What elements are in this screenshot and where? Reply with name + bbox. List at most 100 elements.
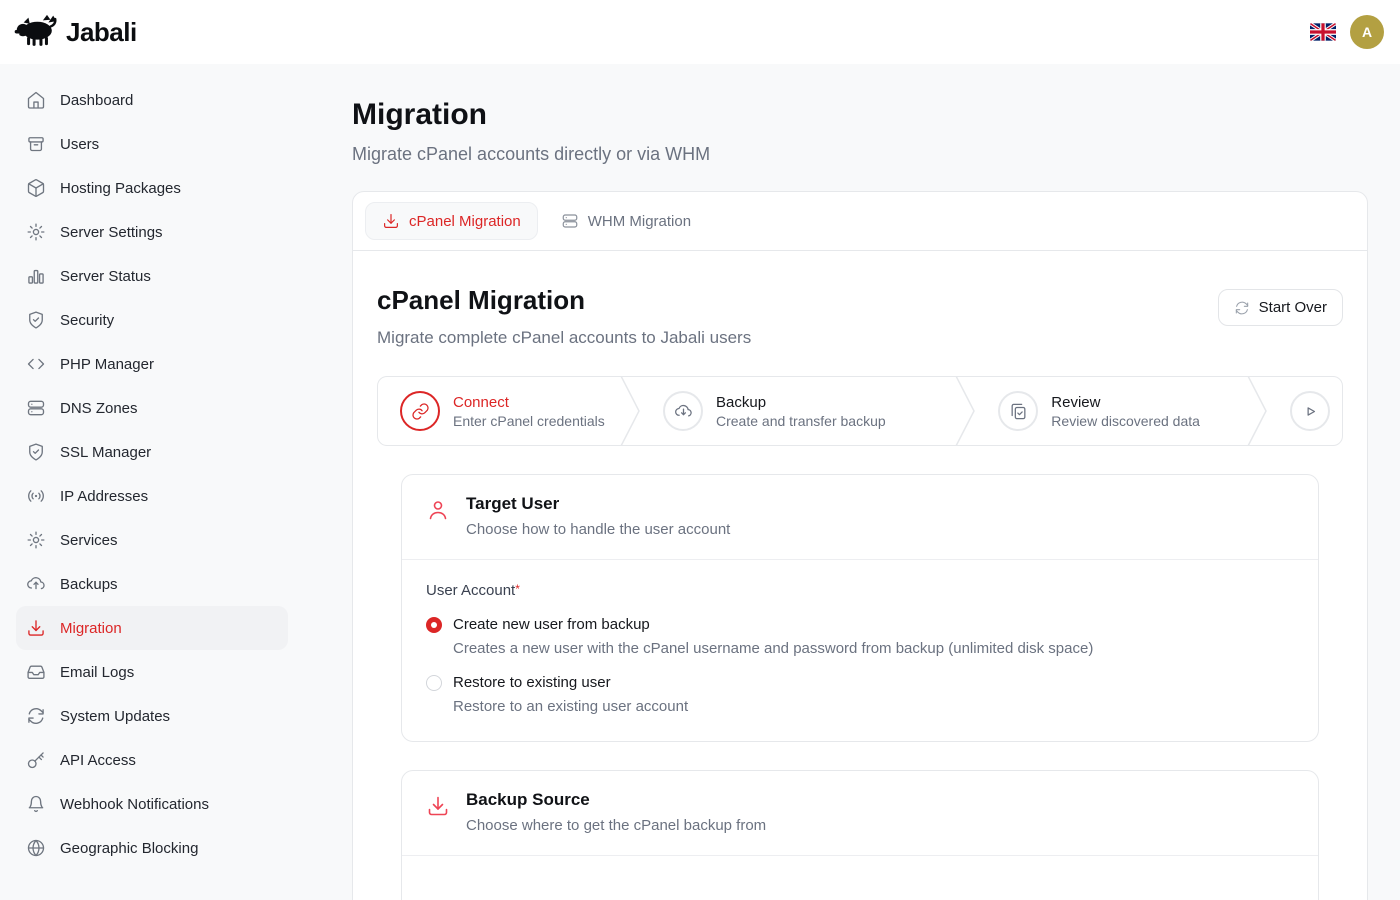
shield-check-icon [26, 310, 46, 330]
boar-logo-icon [14, 14, 58, 51]
sidebar-item-backups[interactable]: Backups [16, 562, 288, 606]
sidebar-item-security[interactable]: Security [16, 298, 288, 342]
sidebar-item-label: DNS Zones [60, 400, 138, 417]
option-create-new-user: Create new user from backup Creates a ne… [426, 616, 1294, 657]
download-icon [426, 794, 450, 818]
play-icon [1290, 391, 1330, 431]
section-subtitle: Choose how to handle the user account [466, 521, 730, 538]
sidebar-item-users[interactable]: Users [16, 122, 288, 166]
bell-icon [26, 794, 46, 814]
brand-logo[interactable]: Jabali [14, 14, 137, 51]
panel-title: cPanel Migration [377, 285, 751, 316]
sidebar-item-label: Email Logs [60, 664, 134, 681]
sidebar-item-label: System Updates [60, 708, 170, 725]
backup-source-body [402, 856, 1318, 900]
key-icon [26, 750, 46, 770]
sidebar-item-services[interactable]: Services [16, 518, 288, 562]
radio-selected-icon[interactable] [426, 617, 442, 633]
section-title: Backup Source [466, 790, 766, 810]
clipboard-check-icon [998, 391, 1038, 431]
cloud-upload-icon [26, 574, 46, 594]
migration-tabs: cPanel Migration WHM Migration [353, 192, 1367, 251]
refresh-icon [26, 706, 46, 726]
link-icon [400, 391, 440, 431]
tab-label: WHM Migration [588, 213, 691, 230]
radio-create-new-user[interactable]: Create new user from backup [426, 616, 1294, 633]
sidebar-item-dashboard[interactable]: Dashboard [16, 78, 288, 122]
sidebar-item-label: SSL Manager [60, 444, 151, 461]
sidebar-item-label: Migration [60, 620, 122, 637]
sidebar-item-server-settings[interactable]: Server Settings [16, 210, 288, 254]
sidebar-item-label: IP Addresses [60, 488, 148, 505]
sidebar-item-label: Server Status [60, 268, 151, 285]
sidebar: Dashboard Users Hosting Packages Server … [0, 64, 304, 900]
download-icon [382, 212, 400, 230]
start-over-button[interactable]: Start Over [1218, 289, 1343, 326]
sidebar-item-webhook-notifications[interactable]: Webhook Notifications [16, 782, 288, 826]
top-bar: Jabali A [0, 0, 1400, 64]
sidebar-item-hosting-packages[interactable]: Hosting Packages [16, 166, 288, 210]
brand-name: Jabali [66, 17, 137, 48]
sidebar-item-api-access[interactable]: API Access [16, 738, 288, 782]
main-content: Migration Migrate cPanel accounts direct… [304, 64, 1400, 900]
target-user-section: Target User Choose how to handle the use… [401, 474, 1319, 742]
user-account-field-label: User Account* [426, 582, 1294, 599]
code-icon [26, 354, 46, 374]
option-description: Creates a new user with the cPanel usern… [453, 640, 1294, 657]
page-subtitle: Migrate cPanel accounts directly or via … [352, 144, 1368, 165]
gear-icon [26, 222, 46, 242]
archive-icon [26, 134, 46, 154]
chevron-separator-icon [954, 376, 976, 446]
sidebar-item-ssl-manager[interactable]: SSL Manager [16, 430, 288, 474]
sidebar-item-ip-addresses[interactable]: IP Addresses [16, 474, 288, 518]
home-icon [26, 90, 46, 110]
sidebar-item-email-logs[interactable]: Email Logs [16, 650, 288, 694]
step-title: Review [1051, 394, 1200, 411]
tab-cpanel-migration[interactable]: cPanel Migration [365, 202, 538, 240]
gear-icon [26, 530, 46, 550]
step-restore: Restore Migrati [1268, 391, 1342, 431]
server-stack-icon [26, 398, 46, 418]
option-restore-existing-user: Restore to existing user Restore to an e… [426, 674, 1294, 715]
user-avatar[interactable]: A [1350, 15, 1384, 49]
chevron-separator-icon [619, 376, 641, 446]
step-connect: Connect Enter cPanel credentials [378, 391, 619, 431]
radio-unselected-icon[interactable] [426, 675, 442, 691]
sidebar-item-label: PHP Manager [60, 356, 154, 373]
step-subtitle: Enter cPanel credentials [453, 413, 605, 429]
inbox-icon [26, 662, 46, 682]
sidebar-item-label: Dashboard [60, 92, 133, 109]
step-title: Connect [453, 394, 605, 411]
option-label: Create new user from backup [453, 616, 650, 633]
step-review: Review Review discovered data [976, 391, 1246, 431]
user-icon [426, 498, 450, 522]
sidebar-item-label: API Access [60, 752, 136, 769]
sidebar-item-dns-zones[interactable]: DNS Zones [16, 386, 288, 430]
backup-source-section: Backup Source Choose where to get the cP… [401, 770, 1319, 900]
sidebar-item-label: Users [60, 136, 99, 153]
bar-chart-icon [26, 266, 46, 286]
package-icon [26, 178, 46, 198]
uk-flag-icon[interactable] [1310, 23, 1336, 41]
required-mark: * [515, 582, 520, 596]
sidebar-item-label: Webhook Notifications [60, 796, 209, 813]
sidebar-item-migration[interactable]: Migration [16, 606, 288, 650]
cloud-download-icon [663, 391, 703, 431]
sidebar-item-label: Hosting Packages [60, 180, 181, 197]
sidebar-item-php-manager[interactable]: PHP Manager [16, 342, 288, 386]
tab-label: cPanel Migration [409, 213, 521, 230]
section-subtitle: Choose where to get the cPanel backup fr… [466, 817, 766, 834]
sidebar-item-label: Server Settings [60, 224, 163, 241]
server-stack-icon [561, 212, 579, 230]
chevron-separator-icon [1246, 376, 1268, 446]
migration-card: cPanel Migration WHM Migration cPanel Mi… [352, 191, 1368, 900]
sidebar-item-label: Backups [60, 576, 118, 593]
sidebar-item-label: Services [60, 532, 118, 549]
sidebar-item-geographic-blocking[interactable]: Geographic Blocking [16, 826, 288, 870]
sidebar-item-label: Geographic Blocking [60, 840, 198, 857]
tab-whm-migration[interactable]: WHM Migration [544, 202, 708, 240]
step-subtitle: Create and transfer backup [716, 413, 886, 429]
sidebar-item-server-status[interactable]: Server Status [16, 254, 288, 298]
sidebar-item-system-updates[interactable]: System Updates [16, 694, 288, 738]
radio-restore-existing-user[interactable]: Restore to existing user [426, 674, 1294, 691]
